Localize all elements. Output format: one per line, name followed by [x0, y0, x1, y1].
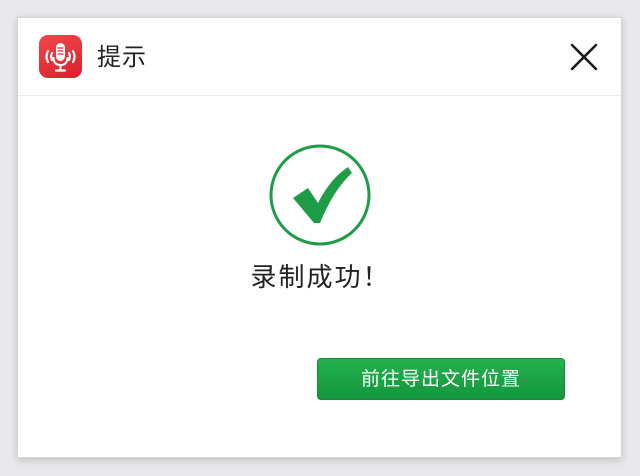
success-check-icon [268, 143, 372, 247]
microphone-recorder-icon [39, 35, 82, 78]
status-message: 录制成功！ [250, 263, 391, 293]
close-button[interactable] [567, 40, 601, 74]
open-export-location-button[interactable]: 前往导出文件位置 [317, 358, 565, 400]
close-icon [570, 43, 598, 71]
dialog-title: 提示 [97, 43, 147, 71]
success-dialog: 提示 录制成功！ 前往导出文件位置 [17, 17, 622, 458]
dialog-titlebar: 提示 [18, 18, 621, 96]
